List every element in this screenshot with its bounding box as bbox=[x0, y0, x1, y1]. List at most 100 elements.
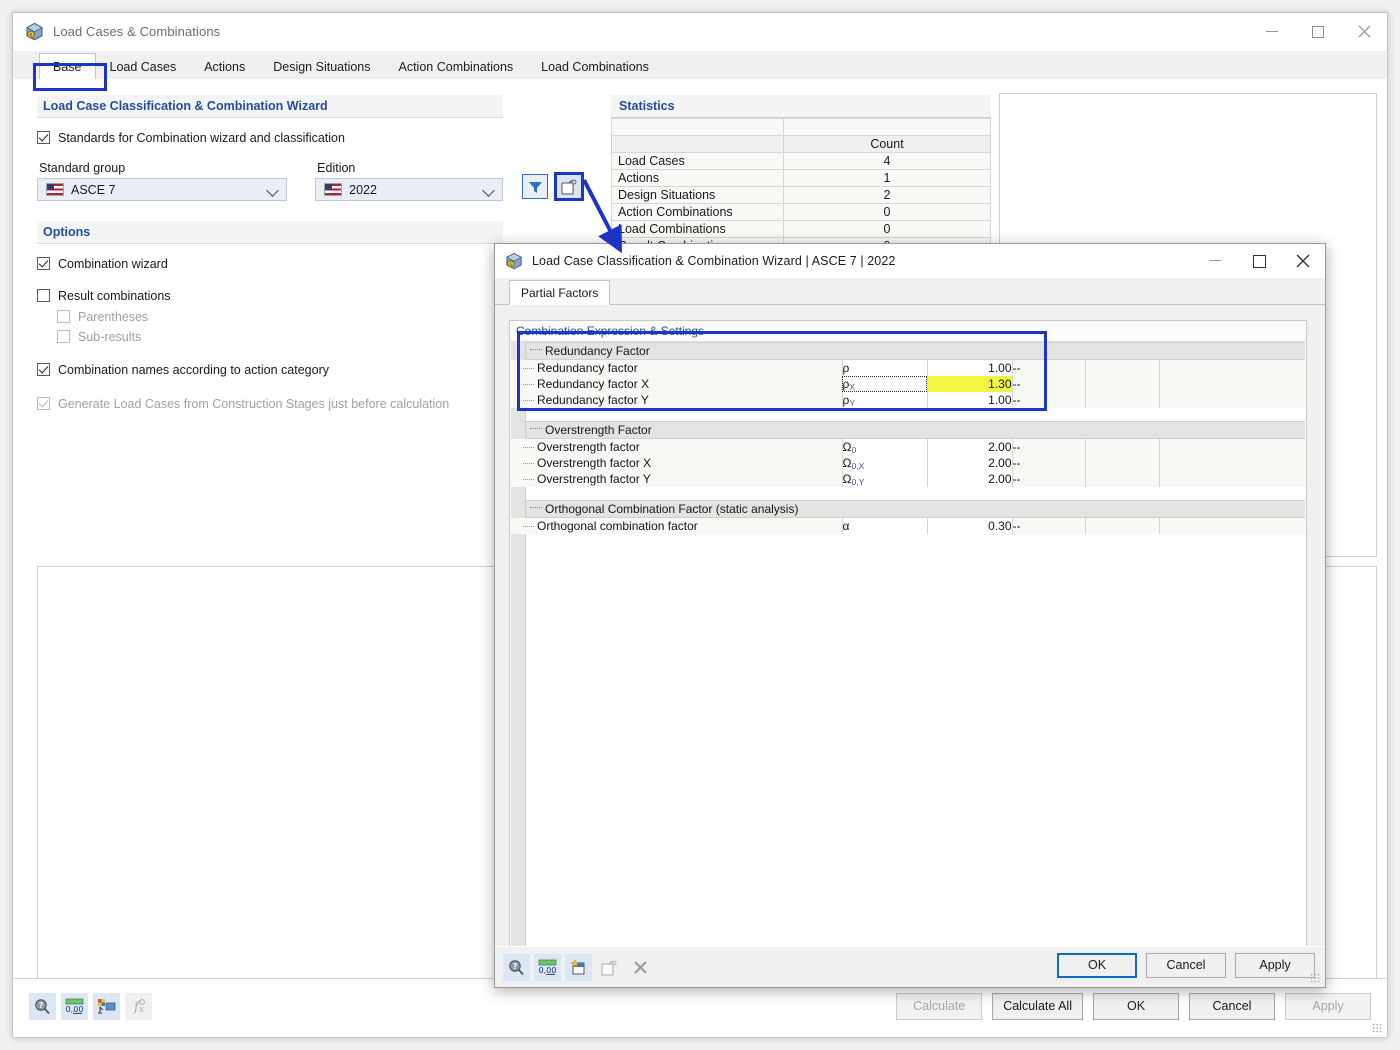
dialog-bottom-bar: ? 0,00 OK Cancel Apply bbox=[495, 946, 1325, 987]
row-label: Overstrength factor bbox=[537, 440, 640, 454]
dialog-decimal-places-button[interactable]: 0,00 bbox=[534, 954, 561, 981]
standards-checkbox-row[interactable]: Standards for Combination wizard and cla… bbox=[37, 127, 503, 148]
partial-factors-grid-wrapper[interactable]: − Redundancy Factor Redundancy factor ρ … bbox=[511, 342, 1305, 948]
tab-load-combinations[interactable]: Load Combinations bbox=[527, 53, 663, 80]
edition-value: 2022 bbox=[349, 182, 377, 197]
row-label: Redundancy factor Y bbox=[537, 393, 649, 407]
table-row[interactable]: Redundancy factor X ρX 1.30 -- bbox=[511, 376, 1305, 392]
wizard-section-heading: Load Case Classification & Combination W… bbox=[37, 95, 503, 118]
row-symbol[interactable]: ρY bbox=[841, 392, 928, 408]
statistics-panel: Statistics Count Load Cases 4 Actions 1 De… bbox=[611, 95, 991, 255]
close-button[interactable] bbox=[1341, 13, 1387, 50]
spacer-row bbox=[511, 534, 1305, 547]
standard-group-select[interactable]: ASCE 7 bbox=[37, 178, 288, 201]
row-symbol[interactable]: Ω0 bbox=[841, 438, 928, 455]
row-unit: -- bbox=[1012, 359, 1085, 376]
group-header-row[interactable]: − Redundancy Factor bbox=[511, 342, 1305, 360]
option-combination-names-row[interactable]: Combination names according to action ca… bbox=[37, 359, 503, 380]
spacer-row bbox=[511, 408, 1305, 422]
row-symbol[interactable]: Ω0,X bbox=[841, 455, 928, 471]
tab-load-cases[interactable]: Load Cases bbox=[95, 53, 191, 80]
dialog-apply-button[interactable]: Apply bbox=[1235, 953, 1315, 978]
option-result-combinations-row[interactable]: Result combinations bbox=[37, 285, 503, 306]
dialog-ok-button[interactable]: OK bbox=[1057, 953, 1137, 978]
dialog-cancel-button[interactable]: Cancel bbox=[1146, 953, 1226, 978]
row-symbol[interactable]: α bbox=[841, 517, 928, 534]
tab-base[interactable]: Base bbox=[39, 53, 96, 80]
row-unit: -- bbox=[1012, 517, 1085, 534]
tree-indent-column bbox=[511, 342, 526, 948]
row-value[interactable]: 2.00 bbox=[927, 438, 1013, 455]
partial-factors-grid: − Redundancy Factor Redundancy factor ρ … bbox=[511, 342, 1305, 547]
minimize-button[interactable] bbox=[1249, 13, 1295, 50]
calculate-all-button[interactable]: Calculate All bbox=[992, 993, 1083, 1020]
stat-count: 2 bbox=[783, 186, 991, 204]
standard-group-label: Standard group bbox=[39, 161, 126, 175]
wizard-settings-button[interactable] bbox=[554, 172, 585, 201]
option-combination-wizard-checkbox[interactable] bbox=[37, 257, 50, 270]
row-symbol[interactable]: Ω0,Y bbox=[841, 471, 928, 487]
group-header-row[interactable]: − Overstrength Factor bbox=[511, 421, 1305, 439]
table-row[interactable]: Orthogonal combination factor α 0.30 -- bbox=[511, 517, 1305, 534]
dialog-minimize-button[interactable] bbox=[1193, 244, 1237, 278]
dialog-titlebar: 6 Load Case Classification & Combination… bbox=[495, 244, 1325, 278]
option-combination-wizard-row[interactable]: Combination wizard bbox=[37, 253, 503, 274]
row-unit: -- bbox=[1012, 471, 1085, 487]
svg-text:x: x bbox=[139, 1005, 144, 1015]
row-value[interactable]: 1.00 bbox=[927, 392, 1013, 408]
row-label: Overstrength factor Y bbox=[537, 472, 651, 486]
row-label: Redundancy factor bbox=[537, 361, 638, 375]
table-row[interactable]: Redundancy factor Y ρY 1.00 -- bbox=[511, 392, 1305, 408]
option-result-combinations-checkbox[interactable] bbox=[37, 289, 50, 302]
cancel-button[interactable]: Cancel bbox=[1189, 993, 1275, 1020]
tab-action-combinations[interactable]: Action Combinations bbox=[384, 53, 528, 80]
us-flag-icon bbox=[324, 183, 343, 196]
table-row[interactable]: Overstrength factor Ω0 2.00 -- bbox=[511, 438, 1305, 455]
edit-item-icon bbox=[601, 960, 617, 975]
dialog-toolbar: ? 0,00 bbox=[503, 954, 654, 981]
svg-text:0,00: 0,00 bbox=[66, 1005, 84, 1014]
tab-design-situations[interactable]: Design Situations bbox=[259, 53, 385, 80]
edition-label: Edition bbox=[317, 161, 356, 175]
row-symbol[interactable]: ρ bbox=[841, 359, 928, 376]
stat-count: 0 bbox=[783, 220, 991, 238]
decimal-places-button[interactable]: 0,00 bbox=[61, 993, 88, 1020]
row-value[interactable]: 1.30 bbox=[927, 376, 1013, 392]
formula-icon: f x bbox=[133, 999, 145, 1015]
dialog-delete-item-button bbox=[627, 954, 654, 981]
svg-text:?: ? bbox=[513, 962, 517, 971]
stat-name: Load Combinations bbox=[611, 220, 784, 238]
formula-button: f x bbox=[125, 993, 152, 1020]
ok-button[interactable]: OK bbox=[1093, 993, 1179, 1020]
spacer-row bbox=[511, 487, 1305, 501]
dialog-help-search-button[interactable]: ? bbox=[503, 954, 530, 981]
standards-checkbox[interactable] bbox=[37, 131, 50, 144]
table-row[interactable]: Redundancy factor ρ 1.00 -- bbox=[511, 359, 1305, 376]
group-header-row[interactable]: − Orthogonal Combination Factor (static … bbox=[511, 500, 1305, 518]
wizard-dialog: 6 Load Case Classification & Combination… bbox=[494, 243, 1326, 988]
resize-grip[interactable] bbox=[1372, 1023, 1382, 1033]
dialog-new-item-button[interactable] bbox=[565, 954, 592, 981]
table-row[interactable]: Overstrength factor X Ω0,X 2.00 -- bbox=[511, 455, 1305, 471]
option-combination-names-checkbox[interactable] bbox=[37, 363, 50, 376]
filter-button[interactable] bbox=[522, 174, 549, 199]
stat-name: Load Cases bbox=[611, 152, 784, 170]
row-value[interactable]: 2.00 bbox=[927, 455, 1013, 471]
row-value[interactable]: 1.00 bbox=[927, 359, 1013, 376]
tab-partial-factors[interactable]: Partial Factors bbox=[509, 280, 611, 305]
edition-select[interactable]: 2022 bbox=[315, 178, 503, 201]
row-value[interactable]: 2.00 bbox=[927, 471, 1013, 487]
option-sub-results-label: Sub-results bbox=[78, 329, 142, 344]
display-properties-button[interactable] bbox=[93, 993, 120, 1020]
dialog-maximize-button[interactable] bbox=[1237, 244, 1281, 278]
row-symbol[interactable]: ρX bbox=[841, 376, 928, 392]
tab-actions[interactable]: Actions bbox=[190, 53, 260, 80]
dialog-resize-grip[interactable] bbox=[1310, 973, 1320, 983]
help-search-icon: ? bbox=[35, 999, 50, 1015]
option-generate-load-cases-checkbox bbox=[37, 397, 50, 410]
dialog-close-button[interactable] bbox=[1281, 244, 1325, 278]
maximize-button[interactable] bbox=[1295, 13, 1341, 50]
row-value[interactable]: 0.30 bbox=[927, 517, 1013, 534]
help-search-button[interactable]: ? bbox=[29, 993, 56, 1020]
table-row[interactable]: Overstrength factor Y Ω0,Y 2.00 -- bbox=[511, 471, 1305, 487]
